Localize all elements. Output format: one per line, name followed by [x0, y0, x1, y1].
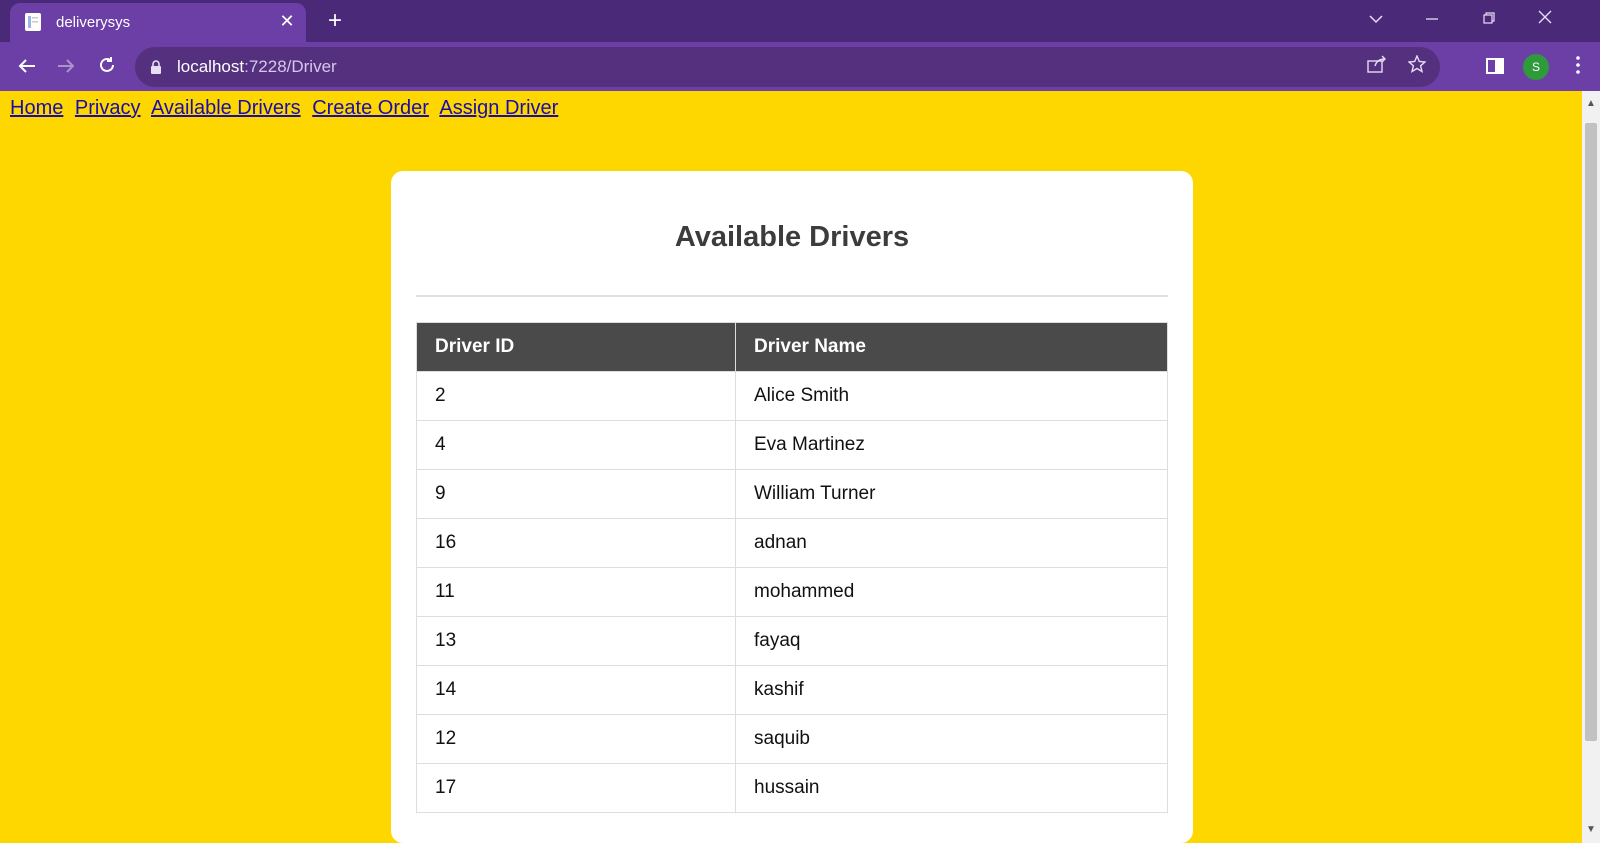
new-tab-button[interactable]: + [322, 8, 348, 34]
driver-id-cell: 17 [416, 763, 736, 813]
star-icon[interactable] [1405, 54, 1429, 79]
close-tab-icon[interactable]: ✕ [276, 9, 298, 33]
tab-search-icon[interactable] [1361, 6, 1391, 34]
browser-tab[interactable]: deliverysys ✕ [10, 3, 306, 42]
profile-avatar[interactable]: S [1523, 54, 1549, 80]
table-row: 17 hussain [416, 763, 1168, 813]
drivers-card: Available Drivers Driver ID Driver Name … [391, 171, 1193, 843]
driver-id-cell: 11 [416, 567, 736, 617]
forward-arrow-icon[interactable] [51, 52, 81, 82]
browser-toolbar: localhost:7228/Driver S [0, 42, 1600, 91]
url-host: localhost [177, 57, 245, 76]
url-path: :7228/Driver [244, 57, 337, 76]
driver-name-cell: Alice Smith [735, 371, 1168, 421]
drivers-table: Driver ID Driver Name 2 Alice Smith 4 Ev… [416, 322, 1168, 813]
driver-id-cell: 13 [416, 616, 736, 666]
driver-id-cell: 14 [416, 665, 736, 715]
driver-id-cell: 4 [416, 420, 736, 470]
nav-link-available-drivers[interactable]: Available Drivers [151, 97, 301, 119]
tab-strip: deliverysys ✕ + [0, 0, 1600, 42]
driver-id-cell: 9 [416, 469, 736, 519]
share-icon[interactable] [1365, 55, 1389, 79]
driver-name-cell: saquib [735, 714, 1168, 764]
nav-link-assign-driver[interactable]: Assign Driver [439, 97, 558, 119]
site-nav: Home Privacy Available Drivers Create Or… [10, 97, 564, 120]
close-window-icon[interactable] [1530, 6, 1560, 34]
table-row: 14 kashif [416, 665, 1168, 715]
scroll-down-arrow-icon[interactable]: ▼ [1582, 823, 1600, 837]
driver-id-cell: 16 [416, 518, 736, 568]
table-row: 9 William Turner [416, 469, 1168, 519]
table-row: 13 fayaq [416, 616, 1168, 666]
page-favicon-icon [25, 13, 41, 31]
driver-name-cell: hussain [735, 763, 1168, 813]
restore-icon[interactable] [1474, 6, 1504, 34]
page-title: Available Drivers [674, 221, 910, 253]
driver-name-cell: Eva Martinez [735, 420, 1168, 470]
scrollbar-thumb[interactable] [1585, 123, 1597, 741]
nav-link-home[interactable]: Home [10, 97, 63, 119]
lock-icon [151, 60, 161, 74]
driver-name-cell: adnan [735, 518, 1168, 568]
table-row: 11 mohammed [416, 567, 1168, 617]
kebab-menu-icon[interactable] [1568, 52, 1588, 82]
nav-link-privacy[interactable]: Privacy [75, 97, 141, 119]
driver-name-cell: William Turner [735, 469, 1168, 519]
table-header-row: Driver ID Driver Name [416, 322, 1168, 372]
driver-id-cell: 12 [416, 714, 736, 764]
side-panel-icon[interactable] [1485, 56, 1505, 76]
title-divider [416, 295, 1168, 297]
column-header-driver-id: Driver ID [416, 322, 736, 372]
scroll-up-arrow-icon[interactable]: ▲ [1582, 97, 1600, 111]
driver-name-cell: mohammed [735, 567, 1168, 617]
tab-title: deliverysys [56, 14, 131, 31]
reload-icon[interactable] [92, 52, 122, 82]
table-row: 16 adnan [416, 518, 1168, 568]
address-bar[interactable]: localhost:7228/Driver [135, 47, 1440, 87]
minimize-icon[interactable] [1417, 6, 1447, 34]
vertical-scrollbar[interactable]: ▲ ▼ [1582, 91, 1600, 843]
table-row: 4 Eva Martinez [416, 420, 1168, 470]
back-arrow-icon[interactable] [12, 52, 42, 82]
driver-name-cell: kashif [735, 665, 1168, 715]
column-header-driver-name: Driver Name [735, 322, 1168, 372]
nav-link-create-order[interactable]: Create Order [312, 97, 429, 119]
driver-name-cell: fayaq [735, 616, 1168, 666]
table-row: 2 Alice Smith [416, 371, 1168, 421]
page-content: Home Privacy Available Drivers Create Or… [0, 91, 1582, 843]
driver-id-cell: 2 [416, 371, 736, 421]
table-row: 12 saquib [416, 714, 1168, 764]
url-text[interactable]: localhost:7228/Driver [177, 57, 337, 77]
